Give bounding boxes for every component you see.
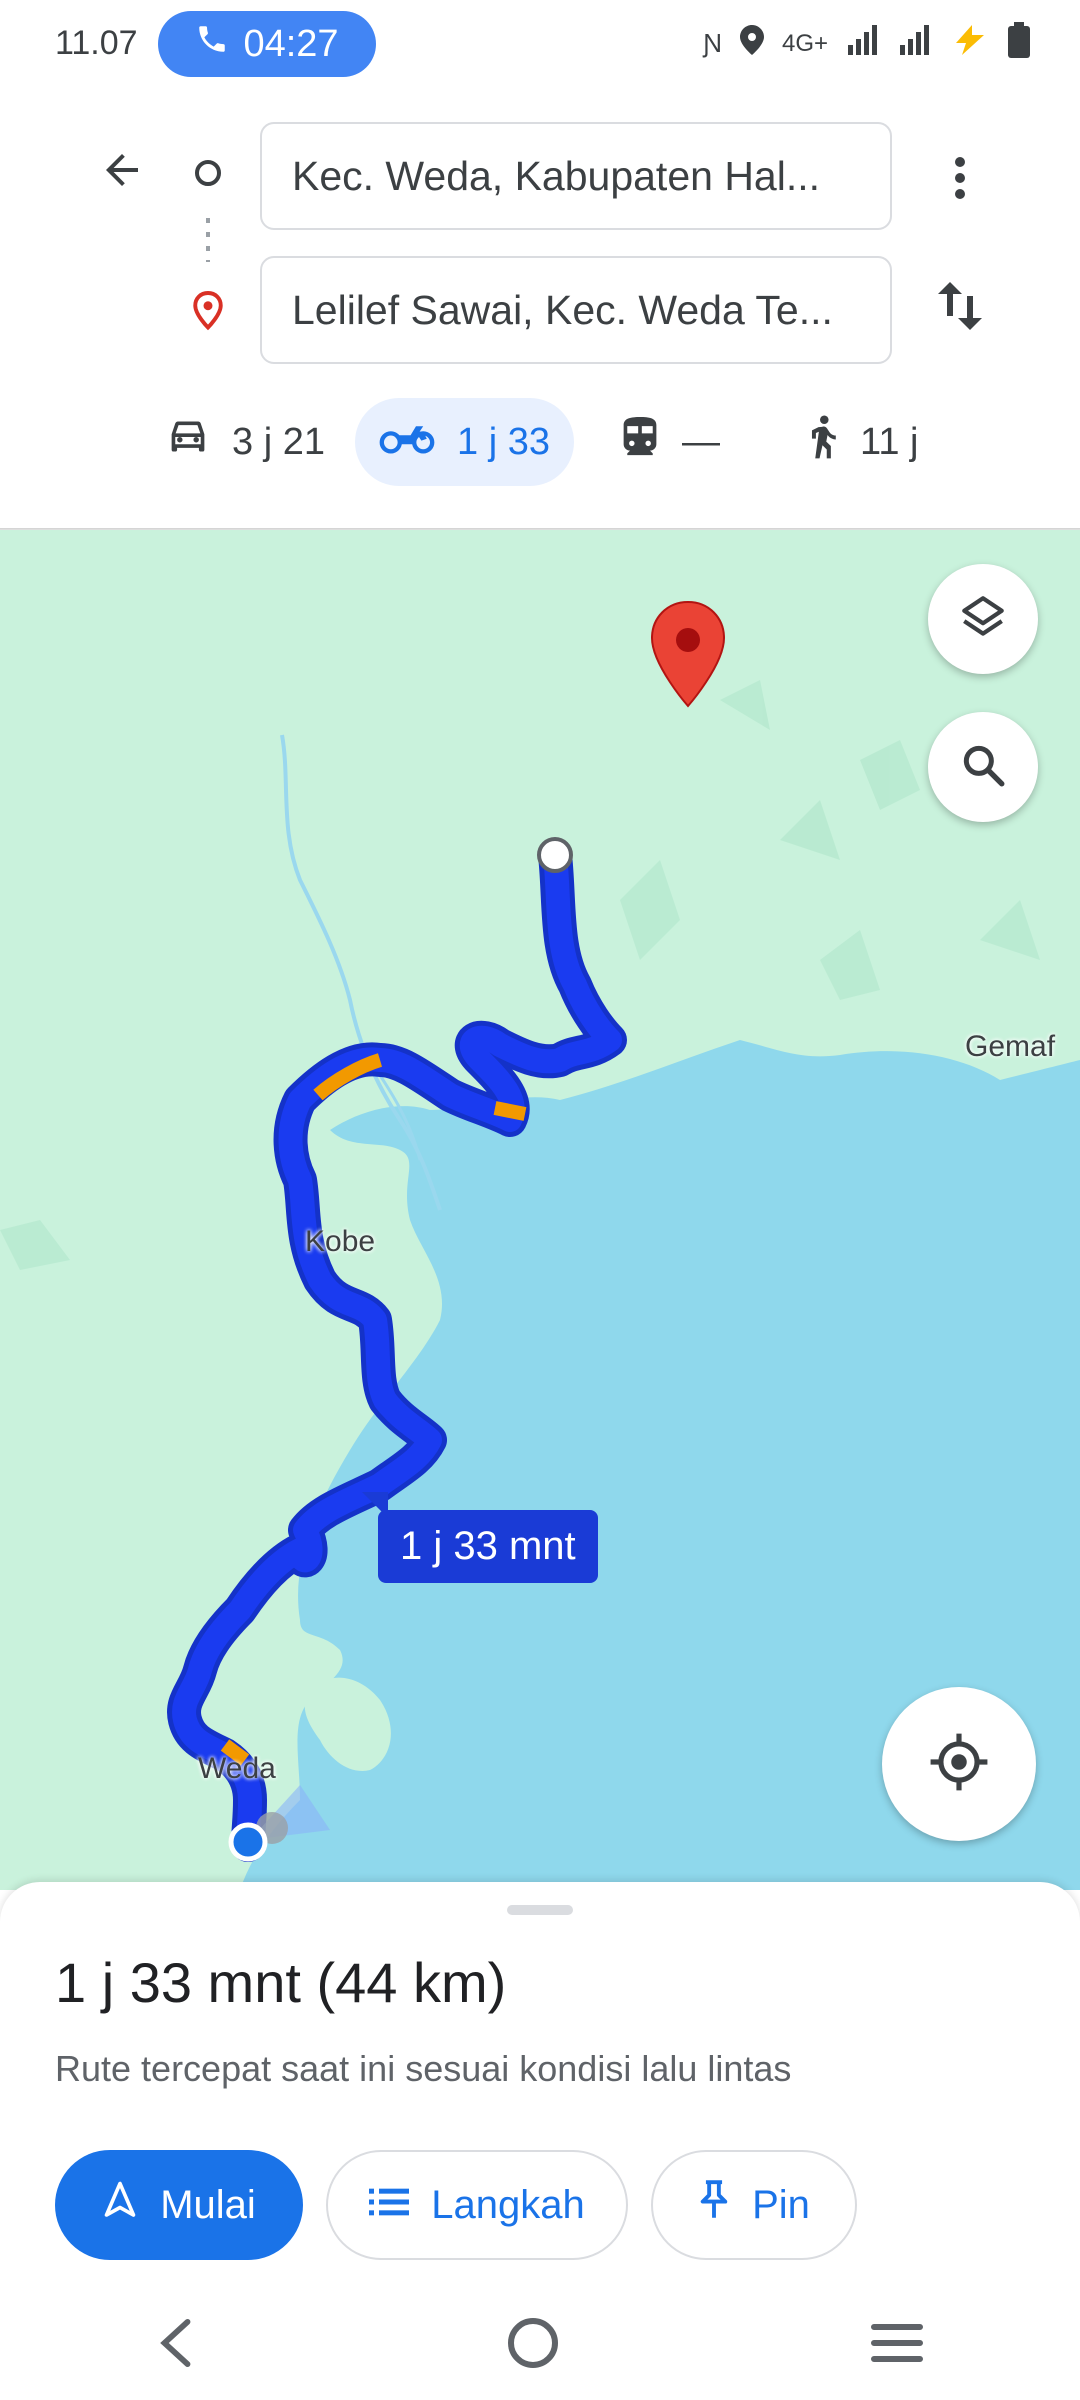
layers-button[interactable] <box>928 564 1038 674</box>
navigation-arrow-icon <box>102 2180 138 2230</box>
my-location-button[interactable] <box>882 1687 1036 1841</box>
eta-badge-pointer <box>362 1492 388 1518</box>
mode-motorcycle-tab[interactable]: 1 j 33 <box>355 398 574 486</box>
network-type: 4G+ <box>781 29 828 57</box>
mode-motorcycle-label: 1 j 33 <box>457 420 550 463</box>
place-label-weda: Weda <box>198 1752 276 1785</box>
eta-badge[interactable]: 1 j 33 mnt <box>378 1510 598 1583</box>
system-nav-bar <box>0 2290 1080 2400</box>
traffic-segment-2 <box>493 1101 527 1121</box>
swap-button[interactable] <box>930 278 990 338</box>
origin-text: Kec. Weda, Kabupaten Hal... <box>292 152 821 199</box>
route-summary: 1 j 33 mnt (44 km) <box>55 1951 507 2014</box>
location-icon <box>739 25 764 62</box>
route-connector <box>206 218 210 262</box>
map-graphic <box>0 600 1080 1890</box>
mode-transit-tab[interactable]: — <box>596 398 744 486</box>
nfc-icon: Ɲ <box>703 28 722 58</box>
signal-icon <box>846 25 880 62</box>
map-search-button[interactable] <box>928 712 1038 822</box>
pushpin-icon <box>698 2179 730 2231</box>
start-label: Mulai <box>160 2182 256 2227</box>
nav-home-button[interactable] <box>507 2317 559 2374</box>
arrow-back-icon <box>98 146 146 199</box>
walk-icon <box>804 414 838 470</box>
transit-icon <box>620 415 660 469</box>
mode-transit-label: — <box>682 420 720 463</box>
nav-back-button[interactable] <box>156 2318 196 2373</box>
pin-button[interactable]: Pin <box>651 2150 857 2260</box>
swap-vert-icon <box>936 278 984 339</box>
phone-icon <box>195 22 229 66</box>
back-button[interactable] <box>92 142 152 202</box>
search-icon <box>958 740 1008 795</box>
list-icon <box>369 2183 410 2228</box>
status-icons: Ɲ 4G+ <box>703 22 1030 65</box>
crosshair-icon <box>928 1731 990 1798</box>
status-time: 11.07 <box>55 24 138 62</box>
map-canvas[interactable]: Gemaf Kobe Weda <box>0 530 1080 1890</box>
motorcycle-icon <box>379 419 435 465</box>
nav-menu-button[interactable] <box>870 2323 924 2368</box>
mode-car-tab[interactable]: 3 j 21 <box>142 398 349 486</box>
place-label-kobe: Kobe <box>305 1225 376 1258</box>
destination-input[interactable]: Lelilef Sawai, Kec. Weda Te... <box>260 256 892 364</box>
battery-icon <box>1008 22 1030 65</box>
origin-input[interactable]: Kec. Weda, Kabupaten Hal... <box>260 122 892 230</box>
start-button[interactable]: Mulai <box>55 2150 303 2260</box>
more-vert-icon <box>954 156 966 205</box>
current-location-dot <box>228 1822 268 1862</box>
layers-icon <box>958 592 1008 647</box>
route-end-dot <box>537 837 573 873</box>
sheet-drag-handle[interactable] <box>507 1905 573 1915</box>
steps-label: Langkah <box>431 2182 585 2227</box>
mode-car-label: 3 j 21 <box>232 420 325 463</box>
signal-icon-2 <box>898 25 932 62</box>
origin-dot-icon <box>195 160 221 186</box>
mode-walk-tab[interactable]: 11 j <box>780 398 942 486</box>
car-icon <box>166 417 210 467</box>
ongoing-call-pill[interactable]: 04:27 <box>158 11 376 77</box>
route-description: Rute tercepat saat ini sesuai kondisi la… <box>55 2048 792 2089</box>
mode-walk-label: 11 j <box>860 420 919 463</box>
steps-button[interactable]: Langkah <box>326 2150 628 2260</box>
destination-pin-icon <box>190 290 226 337</box>
call-timer: 04:27 <box>243 22 339 65</box>
place-label-gemaf: Gemaf <box>965 1030 1056 1063</box>
destination-text: Lelilef Sawai, Kec. Weda Te... <box>292 286 833 333</box>
pin-label: Pin <box>752 2182 810 2227</box>
destination-marker-icon <box>650 600 726 708</box>
more-options-button[interactable] <box>930 150 990 210</box>
charging-icon <box>950 25 990 62</box>
